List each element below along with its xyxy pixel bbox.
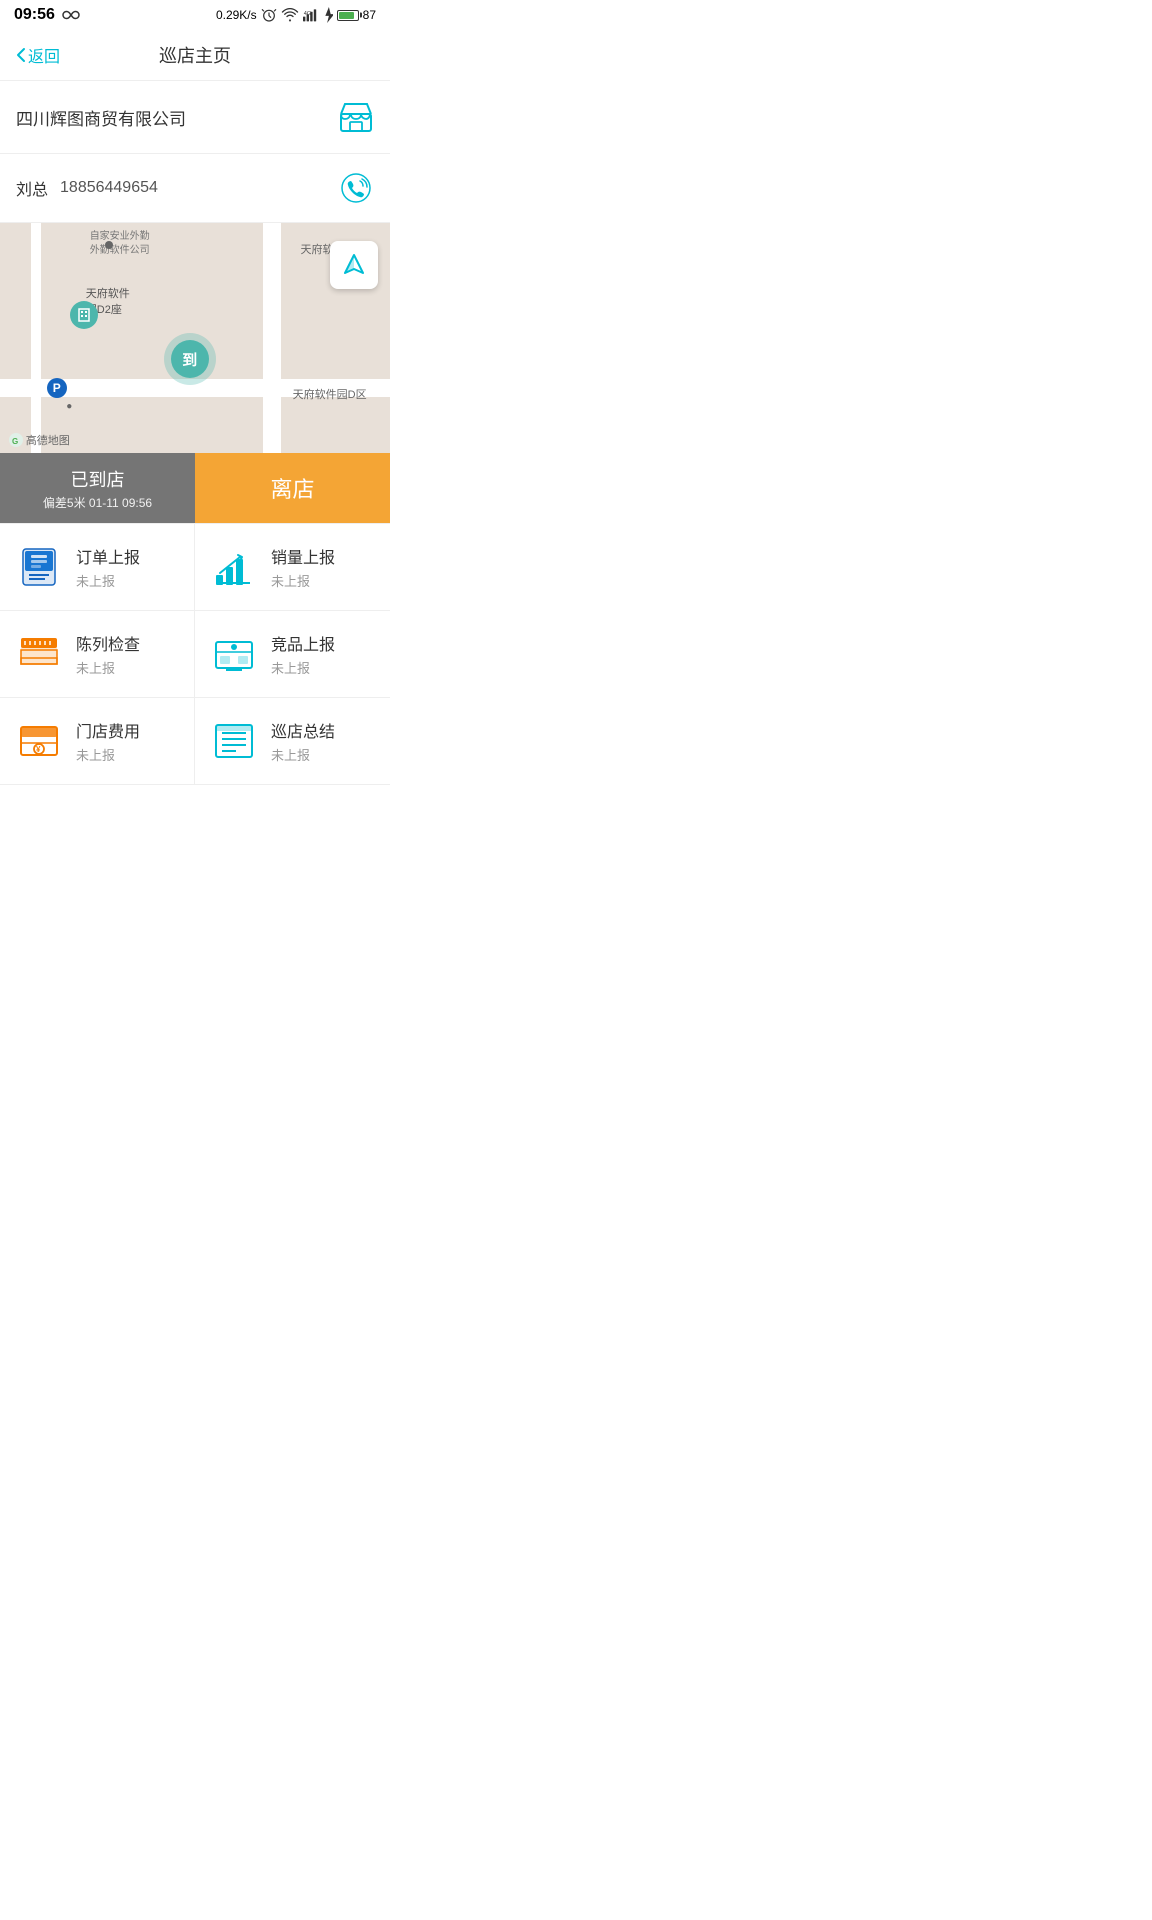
- shop-icon: [338, 99, 374, 135]
- navigation-button[interactable]: [330, 241, 378, 289]
- company-name: 四川辉图商贸有限公司: [16, 105, 186, 130]
- svg-text:G: G: [12, 437, 18, 446]
- page-title: 巡店主页: [159, 42, 231, 68]
- map-label-tianfu-bottom: 天府软件园D区: [293, 386, 367, 402]
- feature-order-report[interactable]: 订单上报 未上报: [0, 524, 195, 611]
- leave-button[interactable]: 离店: [195, 453, 390, 523]
- sales-report-text: 销量上报 未上报: [271, 544, 335, 590]
- summary-icon: [211, 718, 257, 764]
- gaode-icon: G: [8, 432, 24, 448]
- road-v-left: [31, 223, 41, 453]
- back-button[interactable]: 返回: [16, 43, 60, 67]
- battery-level: 87: [363, 8, 376, 22]
- feature-display-check[interactable]: 陈列检查 未上报: [0, 611, 195, 698]
- parking-dot: ●: [66, 401, 72, 412]
- arrived-text: 已到店: [71, 466, 125, 492]
- arrived-button[interactable]: 已到店 偏差5米 01-11 09:56: [0, 453, 195, 523]
- status-bar: 09:56 0.29K/s 4G: [0, 0, 390, 30]
- feature-store-cost[interactable]: ¥ 门店费用 未上报: [0, 698, 195, 785]
- parking-icon: P: [47, 378, 67, 398]
- action-buttons: 已到店 偏差5米 01-11 09:56 离店: [0, 453, 390, 523]
- competitor-icon: [211, 631, 257, 677]
- map-container: 天府软件园D区 自家安业外勤外勤软件公司 天府软件园D2座 天府软件园D区 到: [0, 223, 390, 453]
- cost-icon: ¥: [16, 718, 62, 764]
- location-pin: 到: [164, 333, 216, 385]
- order-icon: [16, 544, 62, 590]
- arrived-sub: 偏差5米 01-11 09:56: [43, 494, 152, 511]
- contact-name: 刘总: [16, 176, 48, 200]
- tour-summary-text: 巡店总结 未上报: [271, 718, 335, 764]
- contact-phone: 18856449654: [60, 179, 158, 197]
- display-icon: [16, 631, 62, 677]
- nav-bar: 返回 巡店主页: [0, 30, 390, 81]
- company-section: 四川辉图商贸有限公司: [0, 81, 390, 154]
- feature-tour-summary[interactable]: 巡店总结 未上报: [195, 698, 390, 785]
- store-cost-text: 门店费用 未上报: [76, 718, 140, 764]
- feature-sales-report[interactable]: 销量上报 未上报: [195, 524, 390, 611]
- infinity-icon: [61, 8, 81, 22]
- signal-icon: 4G: [303, 8, 319, 22]
- display-check-text: 陈列检查 未上报: [76, 631, 140, 677]
- charging-icon: [323, 7, 333, 23]
- contact-section: 刘总 18856449654: [0, 154, 390, 223]
- building-d2-marker: [70, 301, 98, 329]
- contact-info: 刘总 18856449654: [16, 176, 158, 200]
- road-vertical: [263, 223, 281, 453]
- sales-icon: [211, 544, 257, 590]
- battery-indicator: [337, 10, 359, 21]
- feature-grid: 订单上报 未上报 销量上报 未上报: [0, 523, 390, 785]
- speed-text: 0.29K/s: [216, 8, 257, 22]
- status-time: 09:56: [14, 6, 55, 24]
- status-right: 0.29K/s 4G 87: [216, 7, 376, 23]
- alarm-icon: [261, 7, 277, 23]
- gaode-label: G 高德地图: [8, 432, 70, 448]
- svg-text:4G: 4G: [303, 11, 310, 17]
- wifi-icon: [281, 8, 299, 22]
- map-background: 天府软件园D区 自家安业外勤外勤软件公司 天府软件园D2座 天府软件园D区 到: [0, 223, 390, 453]
- map-label-wq: 自家安业外勤外勤软件公司: [90, 230, 150, 258]
- svg-text:¥: ¥: [36, 745, 41, 754]
- competitor-report-text: 竞品上报 未上报: [271, 631, 335, 677]
- phone-icon[interactable]: [338, 170, 374, 206]
- feature-competitor-report[interactable]: 竞品上报 未上报: [195, 611, 390, 698]
- back-arrow-icon: [16, 47, 26, 63]
- order-report-text: 订单上报 未上报: [76, 544, 140, 590]
